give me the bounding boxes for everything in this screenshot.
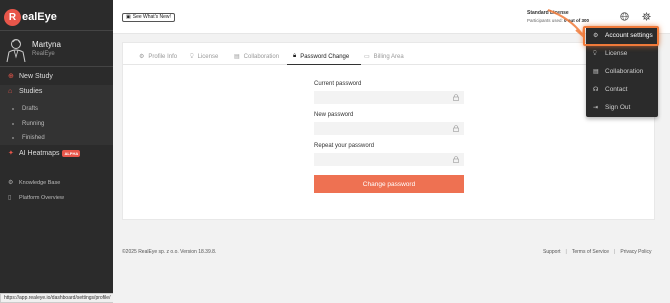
new-password-input[interactable] — [314, 122, 464, 135]
bullet — [12, 137, 14, 139]
collaboration-icon: ▤ — [593, 69, 599, 75]
current-password-label: Current password — [314, 81, 362, 87]
footer-copyright: ©2025 RealEye sp. z o.o. Version 18.39.8… — [122, 249, 217, 255]
gear-icon: ⚙ — [139, 54, 145, 60]
sidebar-item-platform-overview[interactable]: ▯ Platform Overview — [8, 195, 64, 201]
tab-collaboration[interactable]: ▤ Collaboration — [234, 53, 280, 61]
footer-links: Support | Terms of Service | Privacy Pol… — [543, 249, 652, 255]
menu-item-label: Sign Out — [605, 104, 631, 111]
participants-usage: Participants used: 0 out of 300 — [527, 18, 589, 23]
current-password-input[interactable] — [314, 91, 464, 104]
license-icon: ⍜ — [190, 53, 194, 59]
tab-license[interactable]: ⍜ License — [190, 53, 218, 60]
logo-text: ealEye — [22, 11, 57, 23]
menu-item-contact[interactable]: ☊ Contact — [593, 86, 627, 93]
lock-icon — [453, 94, 459, 101]
menu-item-sign-out[interactable]: ⇥ Sign Out — [593, 104, 630, 111]
globe-icon[interactable] — [620, 12, 629, 21]
sidebar-item-label: Knowledge Base — [19, 180, 61, 186]
highlight-box — [583, 26, 659, 46]
settings-tabs: ⚙ Profile Info ⍜ License ▤ Collaboration… — [123, 49, 656, 65]
user-profile[interactable]: Martyna RealEye — [4, 37, 109, 62]
book-icon: ▯ — [8, 195, 12, 201]
sparkle-icon: ✦ — [8, 150, 14, 157]
settings-card: ⚙ Profile Info ⍜ License ▤ Collaboration… — [122, 42, 656, 220]
bullet — [12, 123, 14, 125]
headset-icon: ☊ — [593, 87, 599, 93]
plus-circle-icon: ⊕ — [8, 73, 14, 80]
gift-icon: ▣ — [126, 14, 131, 20]
divider — [0, 30, 113, 31]
user-name: Martyna — [32, 40, 61, 49]
support-link[interactable]: Support — [543, 249, 561, 255]
license-icon: ⍜ — [593, 50, 597, 56]
privacy-link[interactable]: Privacy Policy — [620, 249, 651, 255]
sidebar-item-label: Drafts — [22, 106, 39, 112]
tab-label: Billing Area — [373, 53, 404, 60]
divider — [0, 66, 113, 67]
sidebar-item-label: New Study — [19, 73, 53, 80]
sidebar: R ealEye Martyna RealEye ⊕ New Study ⌂ S… — [0, 0, 113, 303]
sidebar-item-studies[interactable]: ⌂ Studies — [8, 88, 42, 95]
menu-item-label: Contact — [605, 86, 628, 93]
active-tab-underline — [287, 64, 361, 65]
collaboration-icon: ▤ — [234, 54, 240, 60]
sidebar-item-label: Running — [22, 121, 45, 127]
whats-new-label: See What's New! — [132, 14, 171, 20]
alpha-badge: ALPHA — [62, 150, 81, 157]
participants-label: Participants used: — [527, 18, 563, 23]
settings-gear-icon[interactable] — [642, 12, 651, 21]
tab-billing-area[interactable]: ▭ Billing Area — [364, 53, 404, 61]
menu-item-license[interactable]: ⍜ License — [593, 50, 627, 57]
sidebar-item-finished[interactable]: Finished — [12, 135, 45, 141]
whats-new-button[interactable]: ▣ See What's New! — [122, 13, 175, 22]
license-title: Standard License — [527, 10, 569, 16]
sidebar-item-knowledge-base[interactable]: ⚙ Knowledge Base — [8, 180, 60, 186]
tab-profile-info[interactable]: ⚙ Profile Info — [139, 53, 178, 61]
signout-icon: ⇥ — [593, 105, 599, 111]
status-bar-url: https://app.realeye.io/dashboard/setting… — [0, 293, 115, 303]
sidebar-item-running[interactable]: Running — [12, 121, 44, 127]
tab-label: Password Change — [300, 53, 350, 60]
lock-icon — [453, 156, 459, 163]
sidebar-item-ai-heatmaps[interactable]: ✦ AI Heatmaps ALPHA — [8, 150, 81, 157]
change-password-button[interactable]: Change password — [314, 175, 464, 193]
sidebar-item-label: Studies — [19, 88, 43, 95]
separator: | — [614, 249, 616, 255]
gear-icon: ⚙ — [8, 180, 14, 186]
sidebar-item-label: AI Heatmaps — [19, 150, 60, 157]
logo[interactable]: R ealEye — [4, 8, 57, 26]
bullet — [12, 108, 14, 110]
tab-password-change[interactable]: 🔒︎ Password Change — [293, 53, 349, 60]
lock-icon: 🔒︎ — [293, 53, 297, 59]
menu-item-label: License — [605, 50, 628, 57]
tab-label: Collaboration — [243, 53, 280, 60]
sidebar-item-label: Finished — [22, 135, 45, 141]
repeat-password-label: Repeat your password — [314, 143, 375, 149]
license-info: Standard License Participants used: 0 ou… — [527, 10, 589, 23]
billing-icon: ▭ — [364, 54, 370, 60]
logo-mark: R — [4, 8, 21, 26]
user-org: RealEye — [32, 51, 55, 57]
home-icon: ⌂ — [8, 88, 13, 95]
avatar-icon — [6, 39, 26, 62]
tab-label: License — [197, 53, 219, 60]
new-password-label: New password — [314, 112, 354, 118]
tab-label: Profile Info — [148, 53, 178, 60]
menu-item-collaboration[interactable]: ▤ Collaboration — [593, 68, 643, 75]
sidebar-item-drafts[interactable]: Drafts — [12, 106, 38, 112]
repeat-password-input[interactable] — [314, 153, 464, 166]
separator: | — [565, 249, 567, 255]
lock-icon — [453, 125, 459, 132]
terms-link[interactable]: Terms of Service — [572, 249, 609, 255]
participants-value: 0 out of 300 — [564, 18, 590, 23]
sidebar-item-label: Platform Overview — [19, 195, 64, 201]
menu-item-label: Collaboration — [605, 68, 644, 75]
sidebar-item-new-study[interactable]: ⊕ New Study — [8, 73, 53, 80]
